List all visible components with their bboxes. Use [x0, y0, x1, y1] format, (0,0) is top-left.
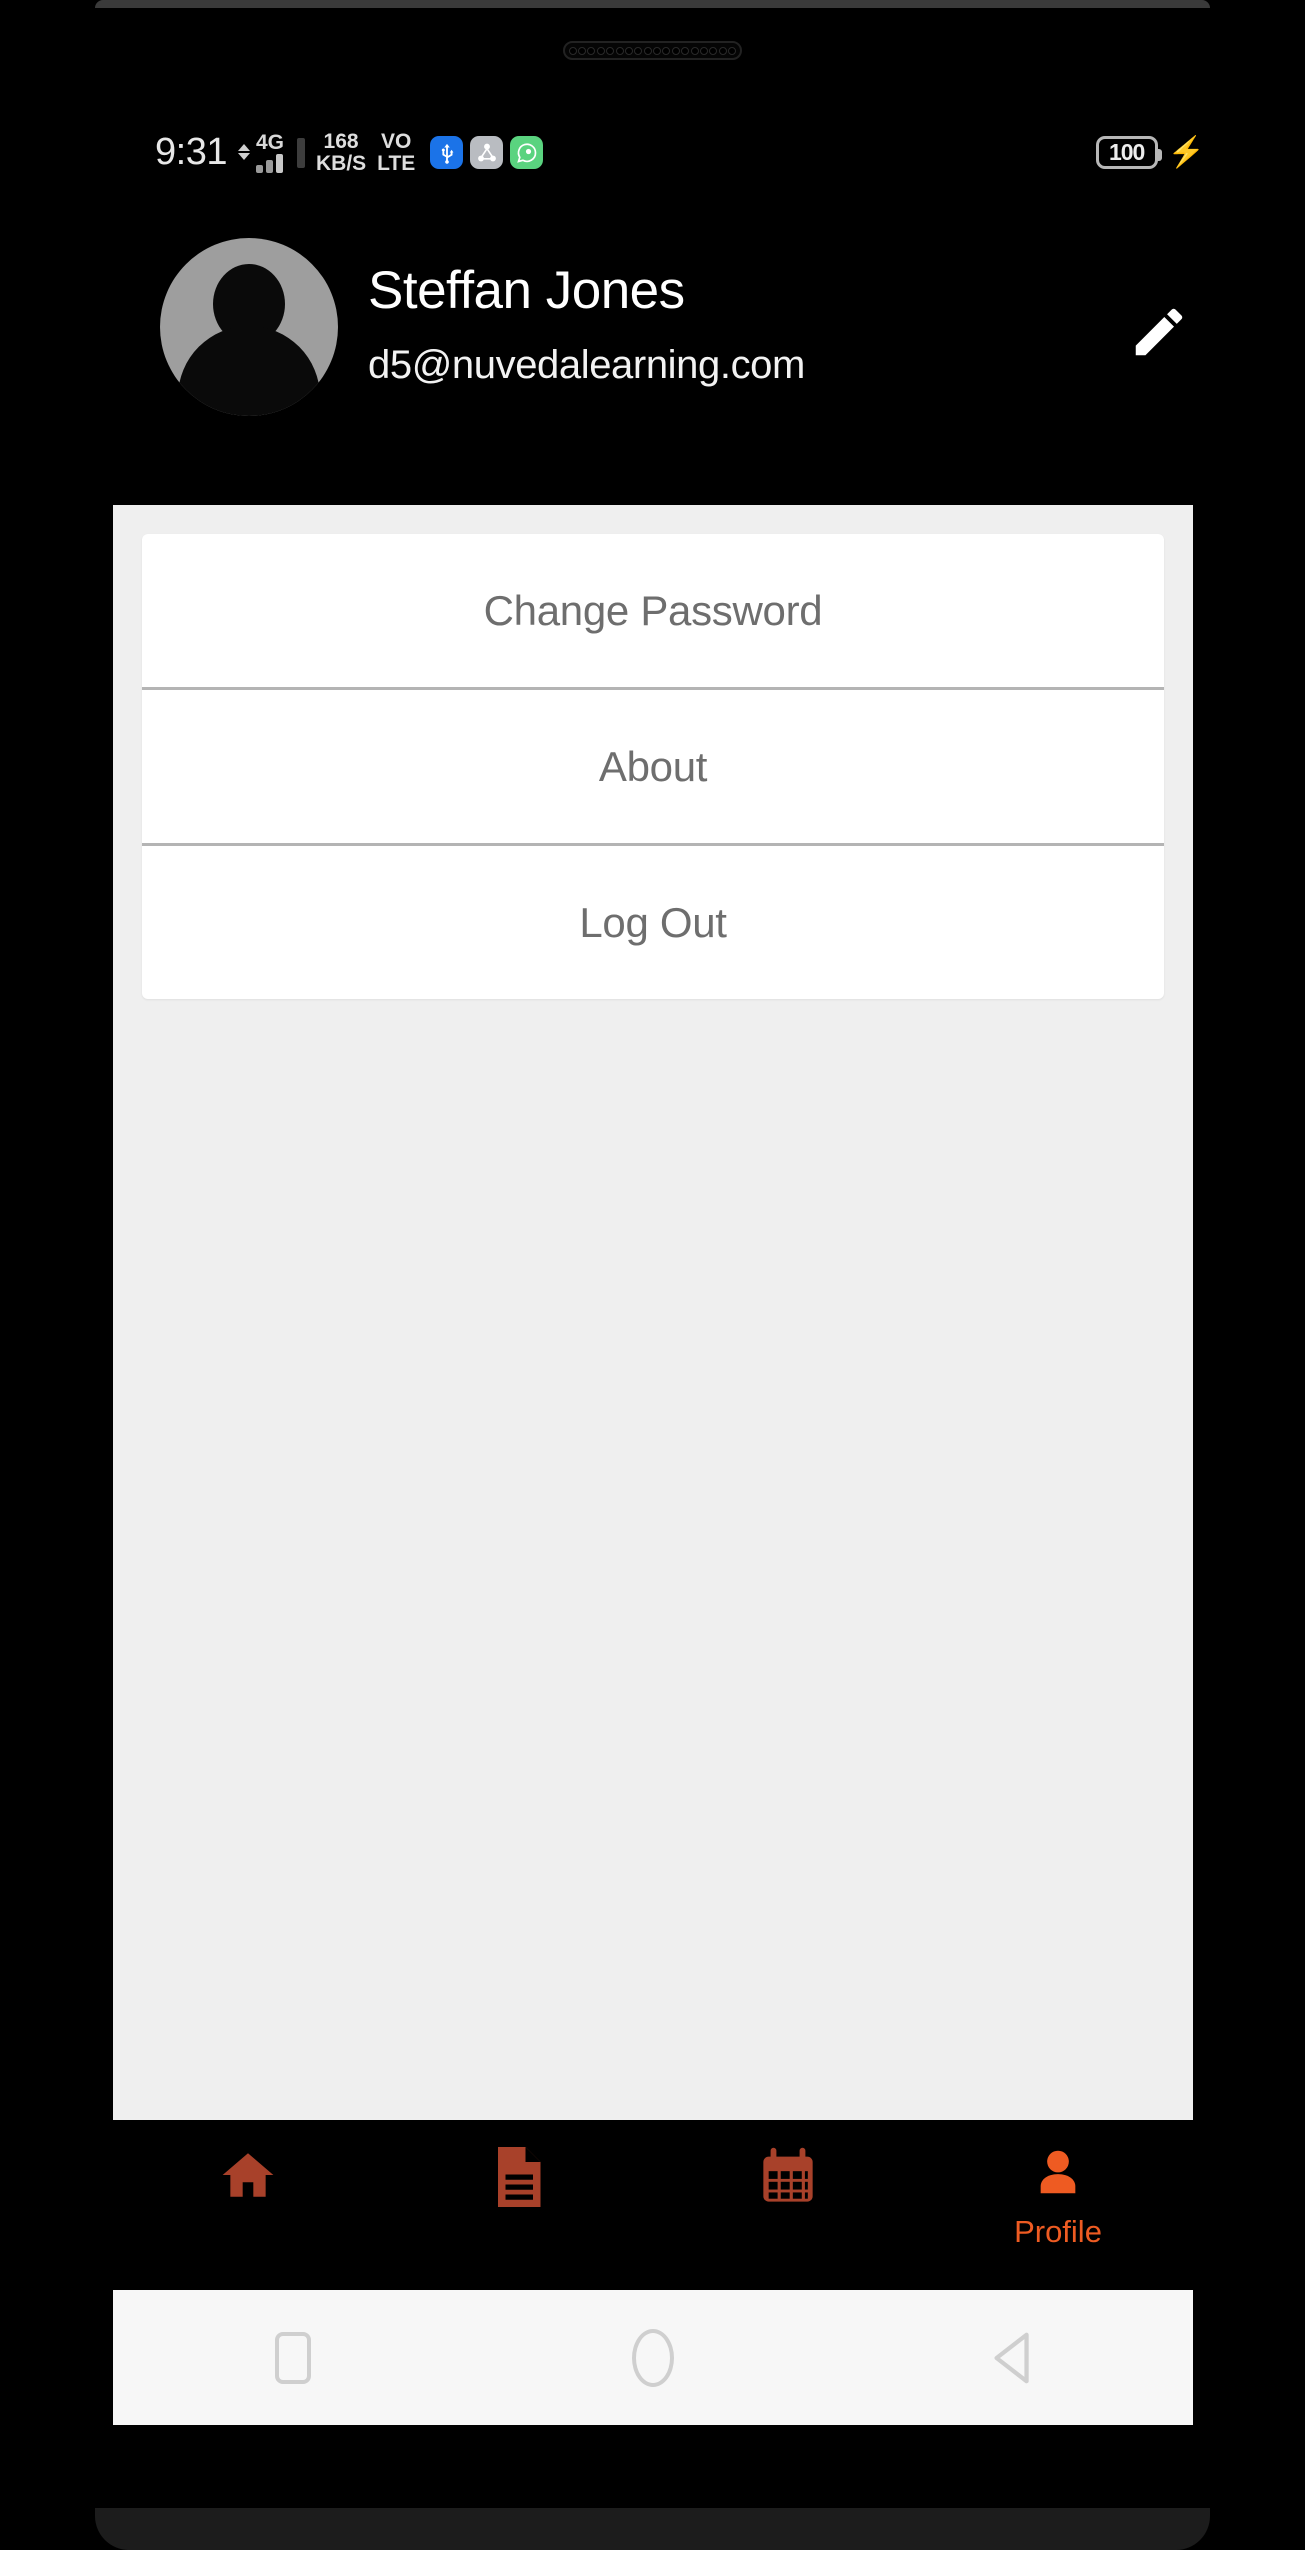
menu-item-change-password[interactable]: Change Password	[142, 534, 1164, 687]
signal-bars-secondary-icon	[296, 137, 305, 168]
edit-profile-button[interactable]	[1121, 294, 1197, 370]
network-indicator: 4G	[255, 130, 284, 173]
volte-line2: LTE	[377, 151, 416, 175]
square-recents-icon	[275, 2331, 311, 2384]
battery-level-label: 100	[1108, 139, 1145, 165]
content-area: Change Password About Log Out	[113, 505, 1193, 2120]
data-rate-unit: KB/S	[315, 151, 367, 175]
home-icon	[222, 2153, 274, 2197]
menu-item-about[interactable]: About	[142, 690, 1164, 843]
menu-item-log-out[interactable]: Log Out	[142, 846, 1164, 999]
bottom-navigation-bar: Profile	[113, 2120, 1193, 2290]
volte-indicator: VO LTE	[377, 129, 416, 175]
circle-home-icon	[632, 2328, 674, 2387]
earpiece-speaker-grille	[563, 41, 742, 60]
home-button[interactable]	[593, 2313, 713, 2403]
lightning-bolt-icon: ⚡	[1167, 135, 1205, 169]
network-type-label: 4G	[255, 130, 284, 154]
top-bezel	[95, 0, 1210, 8]
nav-label-profile: Profile	[1014, 2214, 1102, 2249]
nav-item-calendar[interactable]	[653, 2120, 923, 2290]
default-user-avatar-icon	[160, 238, 338, 416]
pencil-edit-icon	[1135, 308, 1183, 356]
settings-menu-card: Change Password About Log Out	[142, 534, 1164, 999]
whatsapp-icon	[510, 136, 544, 169]
volte-line1: VO	[381, 129, 412, 153]
status-bar: 9:31 4G 168 KB/S VO LTE 100 ⚡	[0, 125, 1305, 180]
recents-button[interactable]	[233, 2313, 353, 2403]
bottom-bezel	[95, 2508, 1210, 2550]
profile-email: d5@nuvedalearning.com	[368, 343, 805, 387]
nav-item-profile[interactable]: Profile	[923, 2120, 1193, 2290]
android-system-nav-bar	[113, 2290, 1193, 2425]
phone-device: 9:31 4G 168 KB/S VO LTE 100 ⚡ Steffan Jo…	[0, 0, 1305, 2550]
triangle-back-icon	[994, 2332, 1029, 2383]
person-icon	[1040, 2150, 1076, 2194]
notification-app-icons	[430, 136, 544, 169]
data-rate-indicator: 168 KB/S	[315, 129, 367, 175]
signal-bars-icon	[255, 152, 283, 173]
status-bar-right: 100 ⚡	[1095, 125, 1205, 180]
data-rate-value: 168	[323, 129, 359, 153]
calendar-icon	[763, 2147, 813, 2202]
usb-icon	[430, 136, 464, 169]
up-down-arrows-icon	[237, 143, 250, 160]
profile-name: Steffan Jones	[368, 261, 685, 320]
share-network-icon	[470, 136, 504, 169]
document-icon	[498, 2147, 541, 2207]
battery-indicator: 100	[1095, 136, 1162, 169]
nav-item-home[interactable]	[113, 2120, 383, 2290]
back-button[interactable]	[953, 2313, 1073, 2403]
status-bar-left: 9:31 4G 168 KB/S VO LTE	[155, 125, 544, 180]
nav-item-documents[interactable]	[383, 2120, 653, 2290]
status-clock: 9:31	[155, 131, 227, 173]
profile-header: Steffan Jones d5@nuvedalearning.com	[0, 238, 1305, 438]
